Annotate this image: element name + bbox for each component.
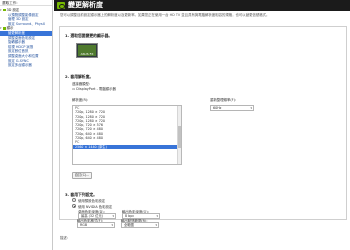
task-tree: ▾ 3D 設定 以預覽調整影像設定 管理 3D 設定 設定 Surround、Ph… (0, 6, 52, 68)
resolution-list[interactable]: PC 720p, 1280 × 720 720p, 1280 × 720 720… (72, 105, 182, 165)
section-2-title: 2. 套用解析度。 (65, 74, 94, 79)
nvidia-control-panel: 選取工作: ▾ 3D 設定 以預覽調整影像設定 管理 3D 設定 設定 Surro… (0, 0, 350, 250)
page-title: 變更解析度 (68, 1, 103, 9)
chevron-down-icon: ▾ (156, 214, 158, 218)
settings-box: 1. 選取您要變更的顯示器。 ASUS FX 2. 套用解析度。 連接器類型: … (59, 26, 347, 220)
nvidia-logo-icon (57, 2, 65, 9)
section-1-title: 1. 選取您要變更的顯示器。 (65, 33, 113, 38)
default-color-label: 使用預設色彩設定 (78, 199, 106, 203)
resolution-label: 解析度(R): (72, 98, 89, 102)
refresh-rate-select[interactable]: 60Hz ▾ (210, 105, 254, 111)
scrollbar-thumb[interactable] (178, 126, 181, 148)
list-scrollbar[interactable] (177, 106, 181, 164)
nvidia-icon (3, 27, 6, 30)
customize-button[interactable]: 自訂(C)... (72, 172, 92, 179)
task-sidebar: 選取工作: ▾ 3D 設定 以預覽調整影像設定 管理 3D 設定 設定 Surro… (0, 0, 53, 250)
nvidia-color-radio[interactable] (72, 204, 76, 208)
monitor-icon: ASUS FX (78, 45, 96, 56)
default-color-radio[interactable] (72, 198, 76, 202)
monitor-tile[interactable]: ASUS FX (76, 43, 98, 58)
connector-value: ▭ DisplayPort - 電腦顯示器 (72, 87, 116, 91)
refresh-label: 重新整理頻率(F): (210, 98, 237, 102)
main-panel: 變更解析度 您可以調整目前設定顯示器上的解析度以及更新率。如果您正在使用一台 H… (54, 0, 350, 250)
chevron-down-icon: ▾ (155, 223, 157, 227)
nvidia-icon (3, 8, 6, 12)
page-header: 變更解析度 (54, 0, 350, 11)
chevron-down-icon: ▾ (112, 214, 114, 218)
output-dynamic-range-select[interactable]: 全範圍 ▾ (121, 222, 159, 228)
tree-item[interactable]: 設定多台顯示器 (0, 63, 52, 68)
chevron-down-icon: ▾ (250, 106, 252, 110)
output-color-format-select[interactable]: RGB ▾ (77, 222, 115, 228)
page-description: 您可以調整目前設定顯示器上的解析度以及更新率。如果您正在使用一台 HD TV 並… (60, 13, 270, 17)
chevron-down-icon: ▾ (111, 223, 113, 227)
description-footer: 描述: (60, 236, 68, 240)
monitor-label: ASUS FX (80, 52, 94, 56)
list-item-selected[interactable]: 2560 × 1440 (原生) (73, 144, 181, 149)
